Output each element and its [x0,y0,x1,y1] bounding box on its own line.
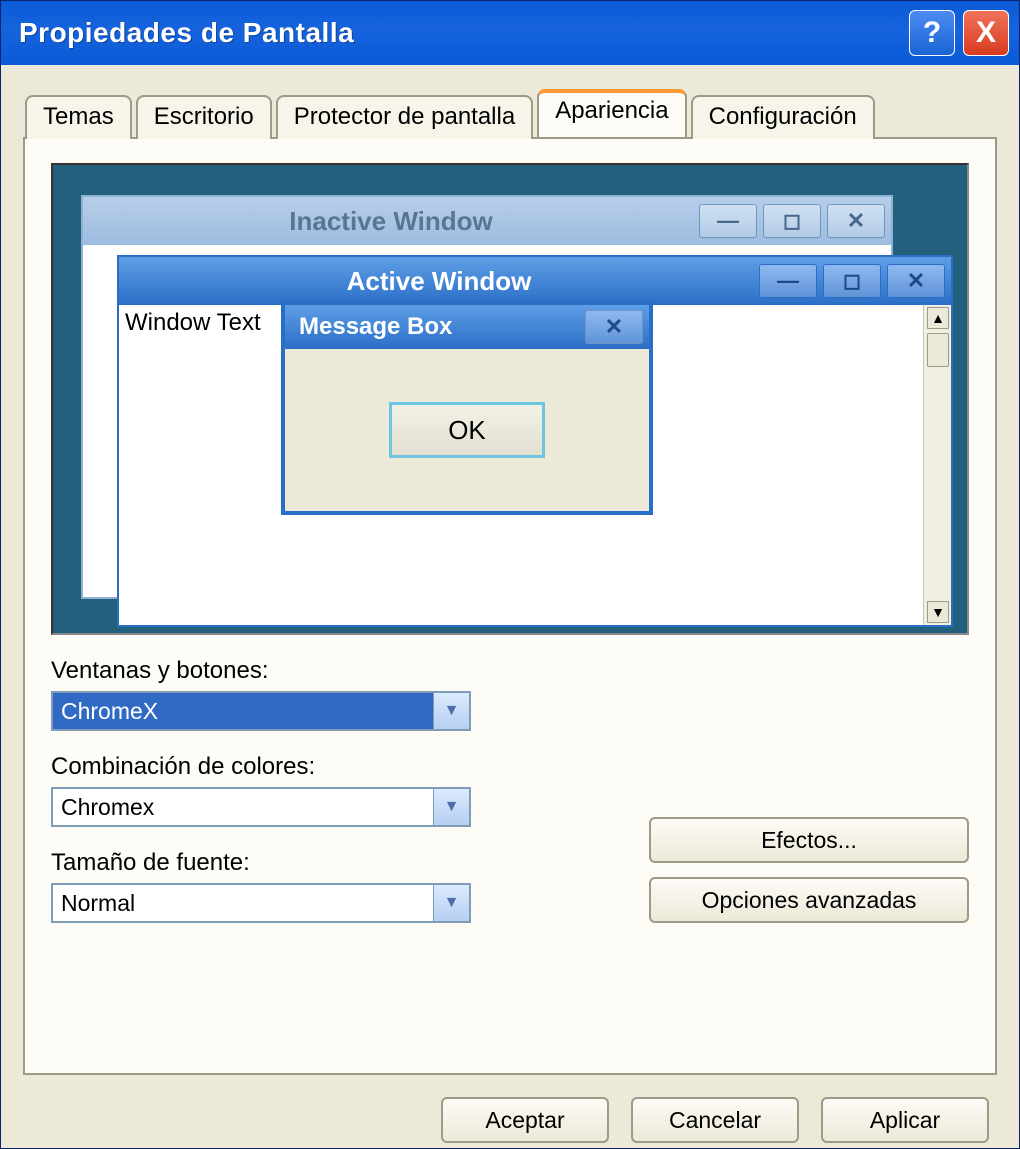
select-color-scheme[interactable]: Chromex ▼ [51,787,471,827]
select-color-scheme-value: Chromex [53,789,433,825]
inactive-close-icon: ✕ [827,204,885,238]
inactive-titlebar: Inactive Window — ◻ ✕ [83,197,891,245]
titlebar: Propiedades de Pantalla ? X [1,1,1019,65]
close-button[interactable]: X [963,10,1009,56]
effects-button[interactable]: Efectos... [649,817,969,863]
active-window-title: Active Window [119,266,759,297]
window-title: Propiedades de Pantalla [19,17,901,49]
select-font-size[interactable]: Normal ▼ [51,883,471,923]
inactive-min-icon: — [699,204,757,238]
window-text-sample: Window Text [125,309,261,337]
scroll-down-icon: ▼ [927,601,949,623]
tab-escritorio[interactable]: Escritorio [136,95,272,139]
active-min-icon: — [759,264,817,298]
advanced-options-button[interactable]: Opciones avanzadas [649,877,969,923]
active-max-icon: ◻ [823,264,881,298]
select-windows-buttons[interactable]: ChromeX ▼ [51,691,471,731]
ok-button[interactable]: Aceptar [441,1097,609,1143]
tab-protector[interactable]: Protector de pantalla [276,95,533,139]
msgbox-title: Message Box [285,313,585,341]
scroll-thumb [927,333,949,367]
tab-strip: Temas Escritorio Protector de pantalla A… [1,65,1019,137]
inactive-max-icon: ◻ [763,204,821,238]
chevron-down-icon: ▼ [433,885,469,921]
msgbox-close-icon: ✕ [585,310,643,344]
display-properties-dialog: Propiedades de Pantalla ? X Temas Escrit… [0,0,1020,1149]
preview-message-box: Message Box ✕ OK [281,301,653,515]
msgbox-ok-button: OK [389,402,545,458]
preview-scrollbar: ▲ ▼ [923,305,951,625]
row-color-scheme: Combinación de colores: Chromex ▼ [51,753,619,827]
tab-apariencia[interactable]: Apariencia [537,89,686,137]
label-windows-buttons: Ventanas y botones: [51,657,969,685]
label-font-size: Tamaño de fuente: [51,849,619,877]
msgbox-titlebar: Message Box ✕ [285,305,649,349]
msgbox-body: OK [285,349,649,511]
apply-button[interactable]: Aplicar [821,1097,989,1143]
tab-temas[interactable]: Temas [25,95,132,139]
select-font-size-value: Normal [53,885,433,921]
chevron-down-icon: ▼ [433,693,469,729]
side-buttons: Efectos... Opciones avanzadas [649,817,969,923]
inactive-window-buttons: — ◻ ✕ [699,204,885,238]
active-titlebar: Active Window — ◻ ✕ [119,257,951,305]
help-button[interactable]: ? [909,10,955,56]
cancel-button[interactable]: Cancelar [631,1097,799,1143]
help-icon: ? [923,16,941,50]
active-window-buttons: — ◻ ✕ [759,264,945,298]
scroll-up-icon: ▲ [927,307,949,329]
label-color-scheme: Combinación de colores: [51,753,619,781]
chevron-down-icon: ▼ [433,789,469,825]
select-windows-buttons-value: ChromeX [53,693,433,729]
row-windows-buttons: Ventanas y botones: ChromeX ▼ [51,657,969,731]
row-font-size: Tamaño de fuente: Normal ▼ [51,849,619,923]
active-close-icon: ✕ [887,264,945,298]
inactive-window-title: Inactive Window [83,206,699,237]
appearance-preview: Inactive Window — ◻ ✕ Active Window — ◻ … [51,163,969,635]
tab-pane-apariencia: Inactive Window — ◻ ✕ Active Window — ◻ … [23,137,997,1075]
dialog-footer: Aceptar Cancelar Aplicar [1,1075,1019,1143]
tab-configuracion[interactable]: Configuración [691,95,875,139]
close-icon: X [976,16,996,50]
msgbox-buttons: ✕ [585,310,643,344]
